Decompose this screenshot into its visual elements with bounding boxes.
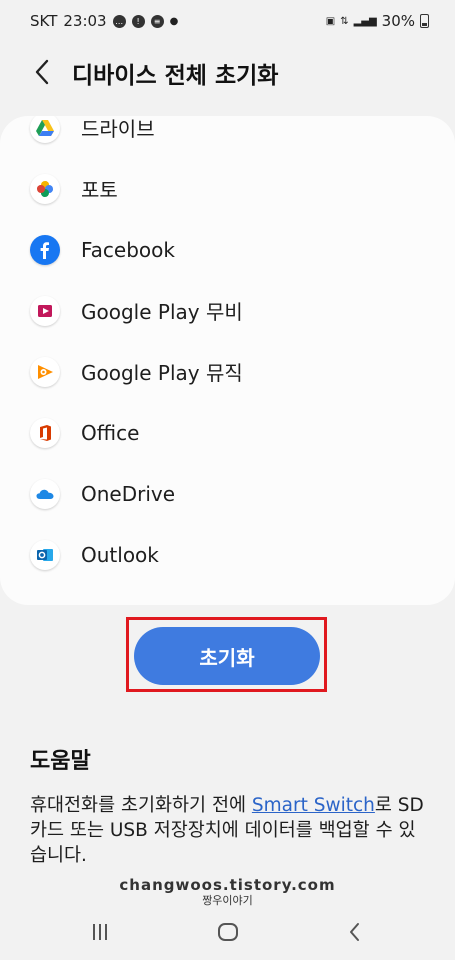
- list-item: 포토: [0, 158, 455, 219]
- app-label: Outlook: [81, 542, 159, 567]
- office-icon: [30, 417, 60, 448]
- clock: 23:03: [63, 12, 107, 30]
- list-item: Facebook: [0, 219, 455, 280]
- app-label: Google Play 무비: [81, 300, 243, 324]
- play-movies-icon: [30, 295, 60, 326]
- home-icon: [218, 923, 238, 941]
- smart-switch-link[interactable]: Smart Switch: [252, 795, 375, 816]
- status-right: ▣ ⇅ ▂▄▆ 30%: [326, 12, 429, 30]
- more-notifications-dot-icon: ●: [169, 15, 179, 27]
- google-drive-icon: [30, 116, 60, 143]
- page-title: 디바이스 전체 초기화: [72, 63, 279, 89]
- back-button[interactable]: [26, 54, 58, 90]
- app-list-card: 드라이브 포토 Facebook Google Play 무비 Google P…: [0, 116, 455, 605]
- help-text: 휴대전화를 초기화하기 전에 Smart Switch로 SD 카드 또는 US…: [30, 793, 430, 868]
- back-arrow-icon: [35, 59, 49, 85]
- battery-percent: 30%: [381, 12, 415, 30]
- onedrive-icon: [30, 478, 60, 509]
- app-label: Facebook: [81, 237, 175, 262]
- facebook-icon: [30, 234, 60, 265]
- list-item: 드라이브: [0, 116, 455, 158]
- play-music-icon: [30, 356, 60, 387]
- volte-icon: ▣: [325, 15, 336, 27]
- list-item: Outlook: [0, 524, 455, 585]
- home-button[interactable]: [211, 920, 245, 944]
- app-label: Google Play 뮤직: [81, 361, 243, 385]
- app-label: 포토: [81, 178, 118, 202]
- list-item: Google Play 뮤직: [0, 341, 455, 402]
- data-icon: ⇅: [340, 15, 349, 27]
- back-nav-button[interactable]: [338, 920, 372, 944]
- recent-apps-icon: [93, 924, 107, 940]
- watermark-sub: 짱우이야기: [202, 894, 253, 907]
- list-item: Google Play 무비: [0, 280, 455, 341]
- header: 디바이스 전체 초기화: [0, 48, 455, 96]
- talk-notification-icon: ≡: [150, 14, 164, 28]
- navigation-bar: [0, 910, 455, 952]
- app-label: 드라이브: [81, 117, 155, 141]
- battery-icon: [420, 14, 429, 28]
- chat-notification-icon: …: [112, 14, 126, 28]
- list-item: Office: [0, 402, 455, 463]
- google-photos-icon: [30, 173, 60, 204]
- status-bar: SKT 23:03 … ! ≡ ● ▣ ⇅ ▂▄▆ 30%: [0, 0, 455, 42]
- list-item: OneDrive: [0, 463, 455, 524]
- alert-notification-icon: !: [131, 14, 145, 28]
- help-text-before: 휴대전화를 초기화하기 전에: [30, 795, 252, 816]
- help-title: 도움말: [30, 749, 91, 774]
- back-nav-icon: [350, 923, 359, 941]
- app-label: Office: [81, 420, 140, 445]
- status-left: SKT 23:03 … ! ≡ ●: [30, 12, 178, 30]
- carrier-label: SKT: [30, 12, 58, 30]
- app-label: OneDrive: [81, 481, 176, 506]
- recent-apps-button[interactable]: [83, 920, 117, 944]
- reset-button[interactable]: 초기화: [134, 627, 320, 685]
- outlook-icon: [30, 539, 60, 570]
- signal-icon: ▂▄▆: [353, 15, 377, 27]
